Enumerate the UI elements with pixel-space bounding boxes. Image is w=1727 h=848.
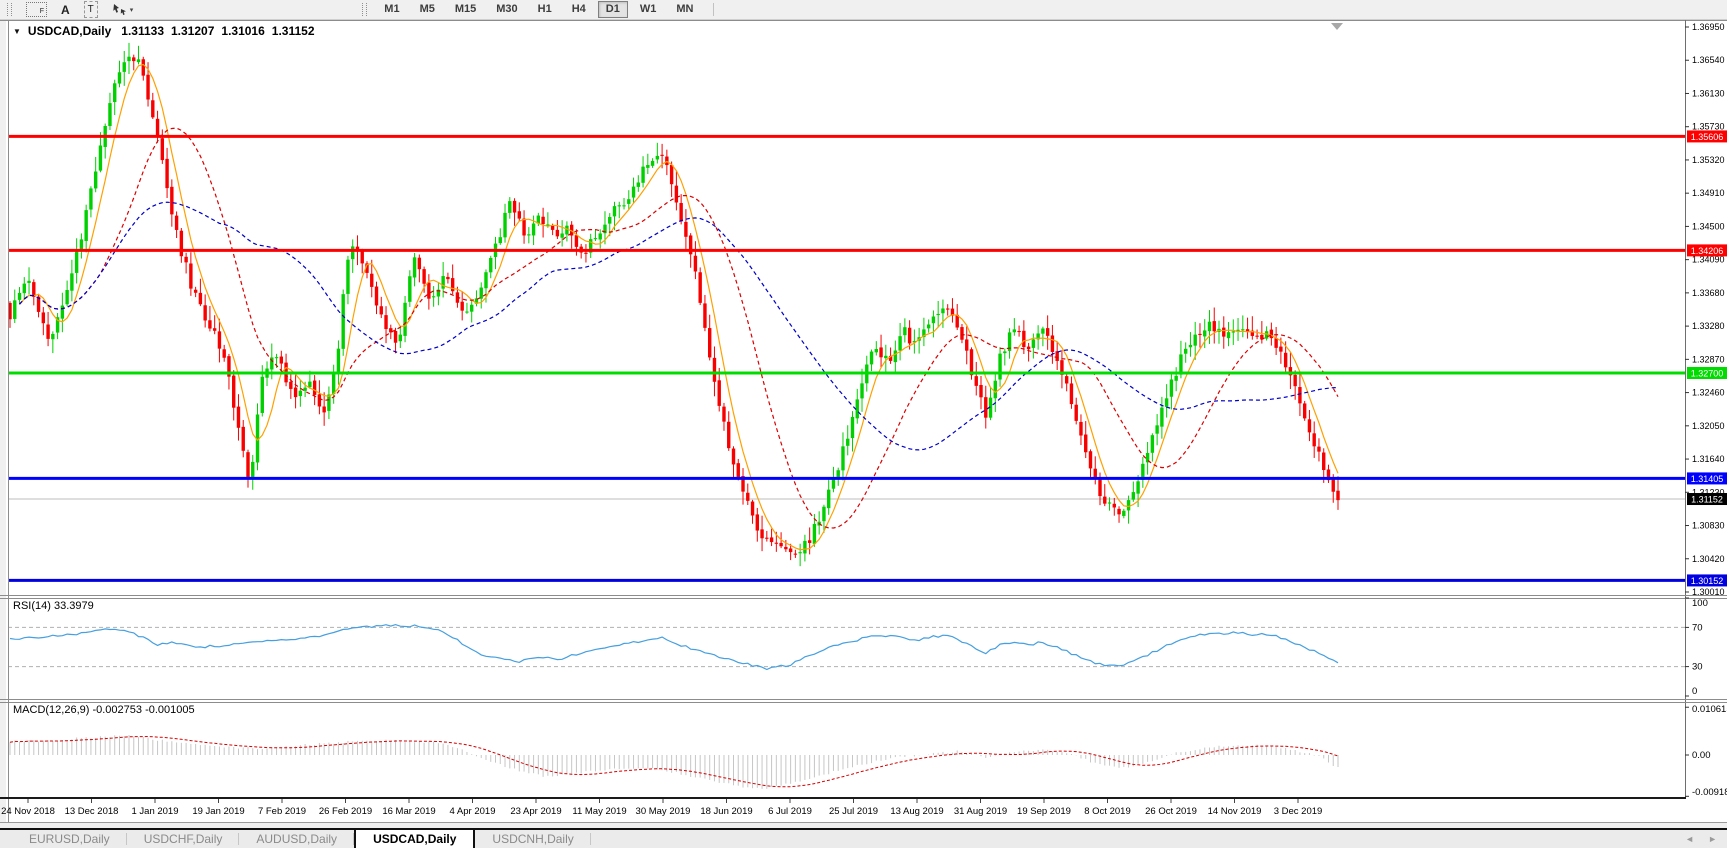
price-axis-tick: 1.32050 bbox=[1692, 421, 1725, 431]
price-axis-tick: 1.36540 bbox=[1692, 55, 1725, 65]
date-axis-label: 11 May 2019 bbox=[572, 806, 626, 817]
tab-usdchf-daily[interactable]: USDCHF,Daily bbox=[127, 830, 240, 848]
textbox-t-icon[interactable]: T bbox=[83, 1, 98, 18]
price-level-label: 1.31405 bbox=[1691, 474, 1724, 484]
date-axis-label: 16 Mar 2019 bbox=[382, 806, 435, 817]
date-axis-label: 13 Dec 2018 bbox=[65, 806, 119, 817]
rsi-axis-tick: 0 bbox=[1692, 686, 1697, 697]
date-axis-label: 26 Feb 2019 bbox=[319, 806, 372, 817]
dropdown-caret-icon[interactable]: ▾ bbox=[130, 6, 134, 14]
current-price-label: 1.31152 bbox=[1691, 495, 1723, 505]
date-axis-label: 7 Feb 2019 bbox=[258, 806, 306, 817]
chart-tabs: EURUSD,Daily USDCHF,Daily AUDUSD,Daily USDC… bbox=[12, 830, 592, 848]
price-level-label: 1.34206 bbox=[1691, 246, 1724, 256]
tab-usdcad-daily[interactable]: USDCAD,Daily bbox=[354, 830, 476, 848]
date-axis-label: 4 Apr 2019 bbox=[450, 806, 496, 817]
date-axis-label: 3 Dec 2019 bbox=[1274, 806, 1323, 817]
date-axis-label: 13 Aug 2019 bbox=[890, 806, 943, 817]
timeframe-button-h1[interactable]: H1 bbox=[530, 1, 560, 18]
date-axis-label: 31 Aug 2019 bbox=[954, 806, 1007, 817]
timeframe-button-h4[interactable]: H4 bbox=[564, 1, 594, 18]
rsi-label: RSI(14) 33.3979 bbox=[13, 600, 94, 612]
date-axis-label: 24 Nov 2018 bbox=[1, 806, 55, 817]
tab-usdcnh-daily[interactable]: USDCNH,Daily bbox=[475, 830, 592, 848]
toolbar-grip[interactable] bbox=[7, 3, 12, 16]
ohlc-low: 1.31016 bbox=[221, 24, 265, 38]
price-axis-tick: 1.35320 bbox=[1692, 155, 1725, 165]
date-axis-label: 6 Jul 2019 bbox=[768, 806, 812, 817]
price-axis-tick: 1.33680 bbox=[1692, 288, 1725, 298]
price-axis-tick: 1.30420 bbox=[1692, 554, 1725, 564]
top-toolbar: F A T ▾ M1 M5 M15 M30 H1 H4 D1 W1 MN bbox=[0, 0, 1727, 20]
timeframe-toolbar: M1 M5 M15 M30 H1 H4 D1 W1 MN bbox=[374, 1, 703, 18]
chart-title-bar: ▼ USDCAD,Daily 1.31133 1.31207 1.31016 1… bbox=[13, 24, 322, 38]
date-axis-label: 23 Apr 2019 bbox=[510, 806, 561, 817]
arrow-objects-icon[interactable]: ▾ bbox=[112, 2, 134, 17]
price-axis-tick: 1.32870 bbox=[1692, 354, 1725, 364]
macd-axis-tick: -0.009181 bbox=[1692, 787, 1727, 798]
date-axis-label: 14 Nov 2019 bbox=[1208, 806, 1262, 817]
cursor-arrows-icon bbox=[113, 4, 126, 15]
price-chart-canvas[interactable]: 1.36950 1.36540 1.36130 1.35730 1.35320 1.349… bbox=[0, 0, 1727, 848]
macd-label: MACD(12,26,9) -0.002753 -0.001005 bbox=[13, 704, 195, 716]
rsi-axis-tick: 100 bbox=[1692, 598, 1708, 609]
timeframe-button-m30[interactable]: M30 bbox=[488, 1, 525, 18]
ohlc-open: 1.31133 bbox=[121, 24, 164, 38]
tab-scroll-right-icon[interactable]: ► bbox=[1708, 834, 1717, 844]
date-axis-label: 30 May 2019 bbox=[636, 806, 691, 817]
dotted-frame-f-icon[interactable]: F bbox=[26, 2, 47, 17]
macd-axis-tick: 0.00 bbox=[1692, 750, 1711, 761]
date-axis-label: 25 Jul 2019 bbox=[829, 806, 878, 817]
tab-eurusd-daily[interactable]: EURUSD,Daily bbox=[12, 830, 127, 848]
timeframe-button-mn[interactable]: MN bbox=[668, 1, 701, 18]
price-level-label: 1.32700 bbox=[1691, 368, 1724, 378]
date-axis-label: 19 Sep 2019 bbox=[1017, 806, 1071, 817]
toolbar-grip-2[interactable] bbox=[362, 3, 368, 16]
price-level-label: 1.35606 bbox=[1691, 132, 1724, 142]
timeframe-button-m1[interactable]: M1 bbox=[376, 1, 407, 18]
date-axis-label: 1 Jan 2019 bbox=[131, 806, 178, 817]
price-axis-tick: 1.36950 bbox=[1692, 22, 1725, 32]
price-axis-tick: 1.36130 bbox=[1692, 88, 1725, 98]
symbol-dropdown-icon[interactable]: ▼ bbox=[13, 27, 21, 36]
text-label-a-icon[interactable]: A bbox=[61, 2, 70, 17]
price-axis-tick: 1.32460 bbox=[1692, 388, 1725, 398]
price-axis-tick: 1.30010 bbox=[1692, 587, 1725, 597]
tab-audusd-daily[interactable]: AUDUSD,Daily bbox=[239, 830, 354, 848]
chart-tab-bar: EURUSD,Daily USDCHF,Daily AUDUSD,Daily USDC… bbox=[0, 828, 1727, 848]
price-axis-tick: 1.31640 bbox=[1692, 454, 1725, 464]
tab-scroll-controls: ◄ ► bbox=[1685, 830, 1727, 848]
tab-scroll-left-icon[interactable]: ◄ bbox=[1685, 834, 1694, 844]
timeframe-button-m15[interactable]: M15 bbox=[447, 1, 484, 18]
rsi-axis-tick: 30 bbox=[1692, 662, 1703, 673]
date-axis-label: 19 Jan 2019 bbox=[192, 806, 244, 817]
date-axis-label: 26 Oct 2019 bbox=[1145, 806, 1197, 817]
price-axis-tick: 1.34910 bbox=[1692, 188, 1725, 198]
symbol-title: USDCAD,Daily bbox=[27, 24, 112, 38]
rsi-axis-tick: 70 bbox=[1692, 622, 1703, 633]
ohlc-high: 1.31207 bbox=[171, 24, 215, 38]
timeframe-button-d1[interactable]: D1 bbox=[597, 1, 628, 18]
price-axis-tick: 1.33280 bbox=[1692, 321, 1725, 331]
toolbar-separator bbox=[713, 3, 715, 16]
timeframe-button-w1[interactable]: W1 bbox=[632, 1, 665, 18]
ohlc-close: 1.31152 bbox=[271, 24, 315, 38]
price-axis-tick: 1.34500 bbox=[1692, 221, 1725, 231]
timeframe-button-m5[interactable]: M5 bbox=[412, 1, 443, 18]
price-axis-tick: 1.30830 bbox=[1692, 521, 1725, 531]
chart-background bbox=[6, 20, 1727, 822]
price-level-label: 1.30152 bbox=[1691, 576, 1724, 586]
date-axis-label: 18 Jun 2019 bbox=[700, 806, 752, 817]
date-axis-label: 8 Oct 2019 bbox=[1084, 806, 1130, 817]
macd-axis-tick: 0.010615 bbox=[1692, 704, 1727, 715]
price-axis-tick: 1.35730 bbox=[1692, 122, 1725, 132]
